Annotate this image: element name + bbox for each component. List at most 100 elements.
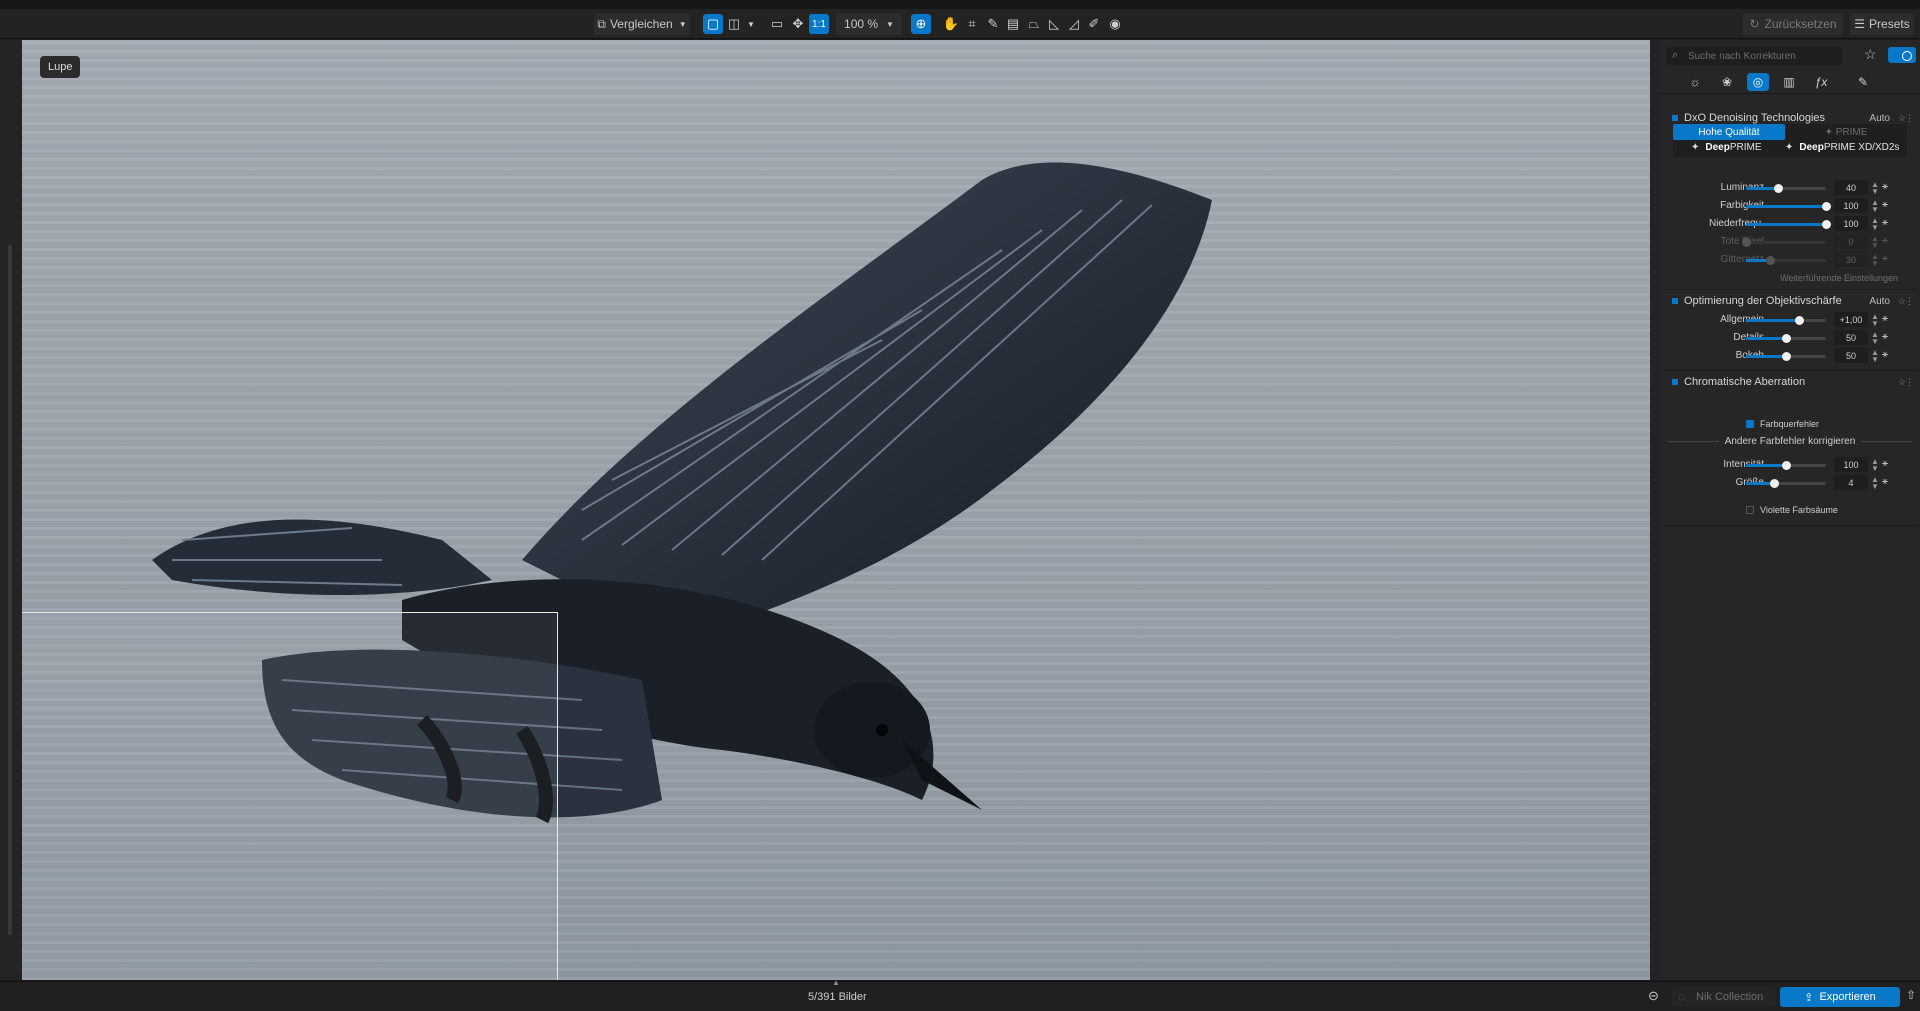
stepper-icon[interactable]: ▲ ▼	[1871, 313, 1879, 328]
geometry-tab-icon[interactable]: ▥	[1778, 73, 1800, 91]
stepper-icon[interactable]: ▲ ▼	[1871, 331, 1879, 346]
local-adjust-icon[interactable]: ◺	[1044, 14, 1064, 34]
slider-knob[interactable]	[1822, 220, 1831, 229]
presets-button[interactable]: ☰ Presets	[1850, 13, 1914, 35]
menu-icon[interactable]: ⋮	[1905, 377, 1914, 388]
slider-niederfrequ[interactable]: Niederfrequ. 100 ▲ ▼ ⚹	[1660, 215, 1920, 233]
light-tab-icon[interactable]: ☼	[1684, 73, 1706, 91]
slider-value-field[interactable]: 30	[1834, 252, 1868, 267]
slider-value-field[interactable]: 0	[1834, 234, 1868, 249]
slider-intensitaet[interactable]: Intensität 100 ▲ ▼ ⚹	[1660, 456, 1920, 474]
slider-tote-pixel[interactable]: Tote Pixel0▲▼⚹	[1660, 233, 1920, 251]
slider-knob[interactable]	[1782, 461, 1791, 470]
slider-value-field[interactable]: 40	[1834, 180, 1868, 195]
magic-wand-icon[interactable]: ⚹	[1882, 458, 1888, 469]
stepper-icon[interactable]: ▲ ▼	[1871, 476, 1879, 491]
eye-icon[interactable]: ◉	[1105, 14, 1125, 34]
slider-track[interactable]	[1746, 479, 1826, 488]
quality-prime-button[interactable]: ✦ PRIME	[1785, 124, 1907, 140]
slider-farbigkeit[interactable]: Farbigkeit 100 ▲ ▼ ⚹	[1660, 197, 1920, 215]
loupe-icon[interactable]: ⊕	[911, 14, 931, 34]
one-to-one-button[interactable]: 1:1	[809, 14, 829, 34]
slider-allgemein[interactable]: Allgemein +1,00 ▲ ▼ ⚹	[1660, 311, 1920, 329]
color-tab-icon[interactable]: ❀	[1716, 73, 1738, 91]
magic-wand-icon[interactable]: ⚹	[1882, 313, 1888, 324]
quality-high-button[interactable]: Hohe Qualität	[1673, 124, 1785, 140]
hand-icon[interactable]: ✋	[941, 14, 961, 34]
slider-knob[interactable]	[1822, 202, 1831, 211]
magic-wand-icon[interactable]: ⚹	[1882, 253, 1888, 264]
stepper-icon[interactable]: ▲ ▼	[1871, 217, 1879, 232]
panel-toggle[interactable]	[1888, 47, 1916, 63]
slider-track[interactable]	[1746, 334, 1826, 343]
export-button[interactable]: ⇪ Exportieren	[1780, 987, 1900, 1007]
slider-value-field[interactable]: +1,00	[1834, 312, 1868, 327]
slider-value-field[interactable]: 4	[1834, 475, 1868, 490]
magic-wand-icon[interactable]: ⚹	[1882, 217, 1888, 228]
menu-icon[interactable]: ⋮	[1905, 113, 1914, 124]
scrollbar[interactable]	[8, 245, 12, 935]
slider-knob[interactable]	[1774, 184, 1783, 193]
slider-track[interactable]	[1746, 184, 1826, 193]
farbquerfehler-checkbox[interactable]: Farbquerfehler	[1746, 419, 1819, 429]
slider-track[interactable]	[1746, 202, 1831, 211]
repair-icon[interactable]: ✐	[1084, 14, 1104, 34]
magic-wand-icon[interactable]: ⚹	[1882, 199, 1888, 210]
collapse-arrow-icon[interactable]: ▲	[832, 978, 840, 987]
slider-track[interactable]	[1746, 352, 1826, 361]
slider-track[interactable]	[1746, 316, 1826, 325]
back-icon[interactable]: ⊝	[1648, 988, 1659, 1004]
image-viewer[interactable]: Lupe	[22, 40, 1650, 980]
stepper-icon[interactable]: ▲ ▼	[1871, 199, 1879, 214]
single-view-icon[interactable]: ▢	[703, 14, 723, 34]
search-input[interactable]: ⌕ Suche nach Korrekturen	[1666, 47, 1842, 65]
slider-knob[interactable]	[1766, 256, 1775, 265]
slider-track[interactable]	[1742, 238, 1826, 247]
stepper-icon[interactable]: ▲ ▼	[1871, 235, 1879, 250]
auto-button[interactable]: Auto	[1869, 296, 1890, 307]
favorites-star-icon[interactable]: ☆	[1864, 46, 1877, 63]
magic-wand-icon[interactable]: ⚹	[1882, 181, 1888, 192]
mask-icon[interactable]: ◿	[1064, 14, 1084, 34]
slider-track[interactable]	[1746, 220, 1831, 229]
compare-button[interactable]: ⧉ Vergleichen ▼	[594, 13, 690, 35]
slider-knob[interactable]	[1742, 238, 1751, 247]
slider-track[interactable]	[1746, 256, 1826, 265]
violette-farbsaeume-checkbox[interactable]: Violette Farbsäume	[1746, 505, 1838, 515]
stepper-icon[interactable]: ▲ ▼	[1871, 181, 1879, 196]
magic-wand-icon[interactable]: ⚹	[1882, 476, 1888, 487]
slider-value-field[interactable]: 100	[1834, 198, 1868, 213]
section-enable-checkbox[interactable]	[1672, 379, 1678, 385]
stepper-icon[interactable]: ▲ ▼	[1871, 349, 1879, 364]
split-view-dropdown-icon[interactable]: ▼	[741, 14, 761, 34]
magic-wand-icon[interactable]: ⚹	[1882, 331, 1888, 342]
slider-luminanz[interactable]: Luminanz 40 ▲ ▼ ⚹	[1660, 179, 1920, 197]
slider-knob[interactable]	[1770, 479, 1779, 488]
nik-collection-button[interactable]: ◌ Nik Collection	[1672, 987, 1776, 1007]
stepper-icon[interactable]: ▲ ▼	[1871, 253, 1879, 268]
loupe-preview-frame[interactable]	[22, 612, 558, 980]
slider-value-field[interactable]: 100	[1834, 457, 1868, 472]
slider-track[interactable]	[1746, 461, 1826, 470]
deepprime-option[interactable]: ✦ Deep PRIME	[1691, 142, 1762, 153]
perspective-icon[interactable]: ⏢	[1024, 14, 1044, 34]
share-icon[interactable]: ⇧	[1906, 988, 1916, 1002]
advanced-settings-link[interactable]: Weiterführende Einstellungen	[1660, 273, 1916, 283]
slider-gitternetz[interactable]: Gitternetz 30 ▲ ▼ ⚹	[1660, 251, 1920, 269]
detail-tab-icon[interactable]: ◎	[1747, 73, 1769, 91]
magic-wand-icon[interactable]: ⚹	[1882, 235, 1888, 246]
slider-value-field[interactable]: 100	[1834, 216, 1868, 231]
slider-knob[interactable]	[1782, 334, 1791, 343]
crop-icon[interactable]: ⌗	[962, 14, 982, 34]
section-enable-checkbox[interactable]	[1672, 115, 1678, 121]
slider-details[interactable]: Details50▲▼⚹	[1660, 329, 1920, 347]
section-enable-checkbox[interactable]	[1672, 298, 1678, 304]
fx-tab-icon[interactable]: ƒx	[1810, 73, 1832, 91]
menu-icon[interactable]: ⋮	[1905, 296, 1914, 307]
slider-value-field[interactable]: 50	[1834, 348, 1868, 363]
slider-bokeh[interactable]: Bokeh50▲▼⚹	[1660, 347, 1920, 365]
fit-icon[interactable]: ▭	[767, 14, 787, 34]
reset-button[interactable]: ↻ Zurücksetzen	[1743, 13, 1843, 35]
move-icon[interactable]: ✥	[788, 14, 808, 34]
stepper-icon[interactable]: ▲ ▼	[1871, 458, 1879, 473]
